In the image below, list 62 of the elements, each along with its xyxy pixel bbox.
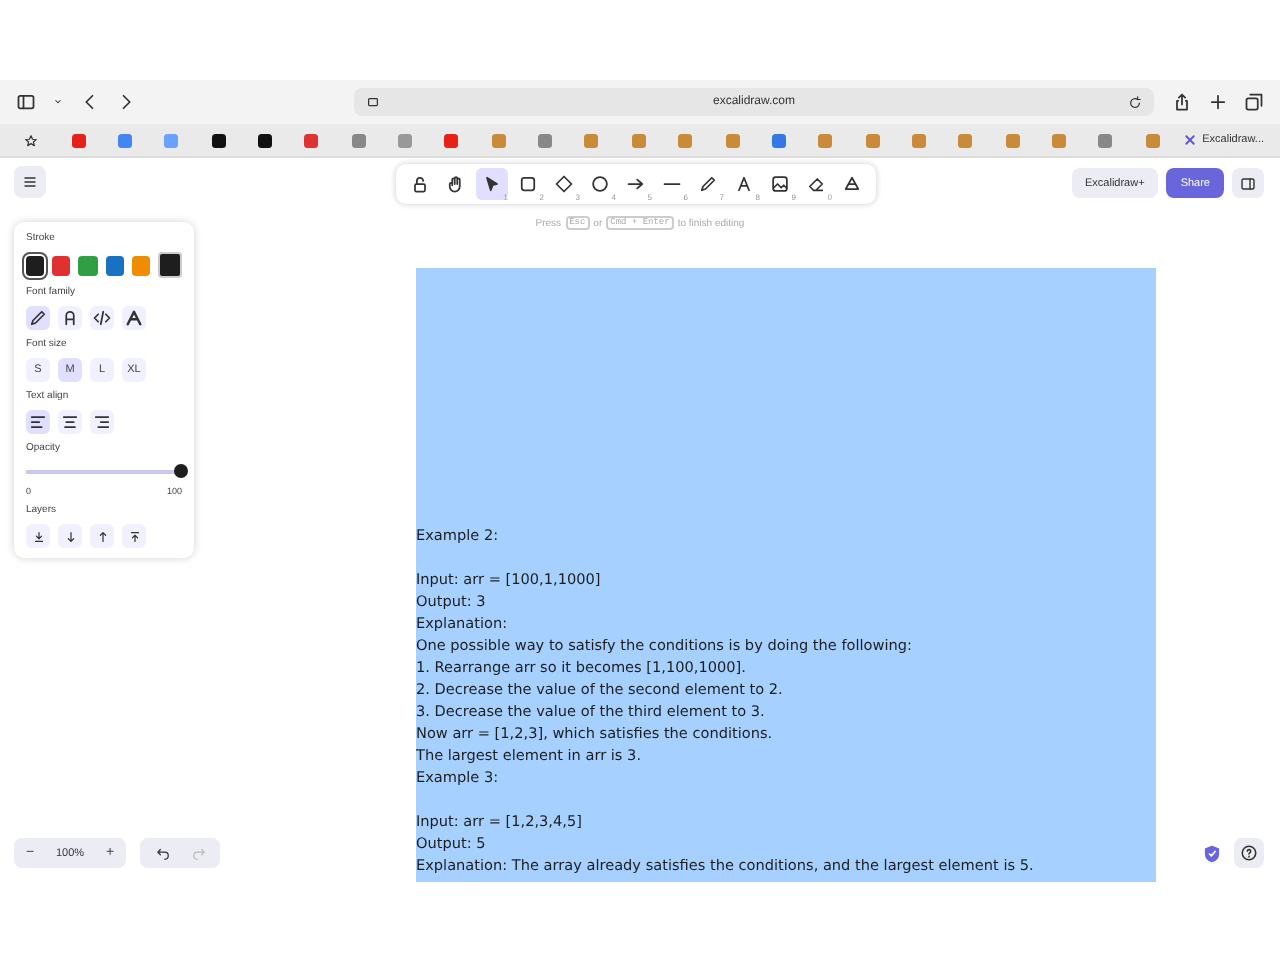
pointer-icon [482,174,502,194]
bookmark-icon[interactable] [211,133,226,147]
color-swatch[interactable] [105,255,124,275]
align-button[interactable] [90,410,114,434]
circle-icon [590,174,610,194]
lock-icon [410,174,430,194]
text-icon [734,174,754,194]
color-swatch[interactable] [26,255,45,275]
letter-a-icon [124,308,144,328]
bring-to-front-button[interactable] [122,524,146,548]
eraser-icon [806,174,826,194]
undo-icon [155,846,169,860]
pencil-icon [28,308,48,328]
font-family-button[interactable] [58,306,82,330]
chevron-down-icon [52,96,64,108]
share-icon [1172,92,1192,112]
tabs-icon [1244,92,1264,112]
text-element[interactable] [416,268,1156,882]
align-center-icon [60,412,80,432]
arrow-icon [626,174,646,194]
reload-icon [1128,95,1142,109]
bookmark-icon[interactable] [257,133,272,147]
send-to-back-icon [31,529,45,543]
font-family-button[interactable] [90,306,114,330]
align-left-icon [28,412,48,432]
shield-icon [1202,843,1222,863]
page-icon [366,95,380,109]
send-to-back-button[interactable] [26,524,50,548]
current-color-swatch[interactable] [157,252,183,278]
menu-button[interactable] [14,166,46,198]
sidebar-icon [16,92,36,112]
rectangle-icon [518,174,538,194]
pencil-icon [698,174,718,194]
letter-a-icon [60,308,80,328]
color-swatch[interactable] [52,255,71,275]
arrow-down-icon [63,529,77,543]
close-icon [1184,134,1197,146]
help-icon [1240,844,1258,862]
align-right-icon [92,412,112,432]
redo-icon [191,846,205,860]
sidebar-icon [1240,175,1256,191]
font-family-button[interactable] [26,306,50,330]
align-button[interactable] [58,410,82,434]
align-button[interactable] [26,410,50,434]
color-swatch[interactable] [78,255,98,275]
star-icon [24,133,39,147]
hand-icon [446,174,466,194]
menu-icon [22,174,38,190]
diamond-icon [554,174,574,194]
bring-forward-button[interactable] [90,524,114,548]
image-icon [770,174,790,194]
slider-thumb[interactable] [174,464,188,478]
plus-icon [1208,92,1228,112]
bring-to-front-icon [127,529,141,543]
code-icon [92,308,112,328]
color-swatch[interactable] [131,255,150,275]
sidebar-button[interactable] [1232,168,1264,198]
arrow-up-icon [95,529,109,543]
font-family-button[interactable] [122,306,146,330]
shapes-icon [842,174,862,194]
send-backward-button[interactable] [58,524,82,548]
help-button[interactable] [1234,838,1264,868]
